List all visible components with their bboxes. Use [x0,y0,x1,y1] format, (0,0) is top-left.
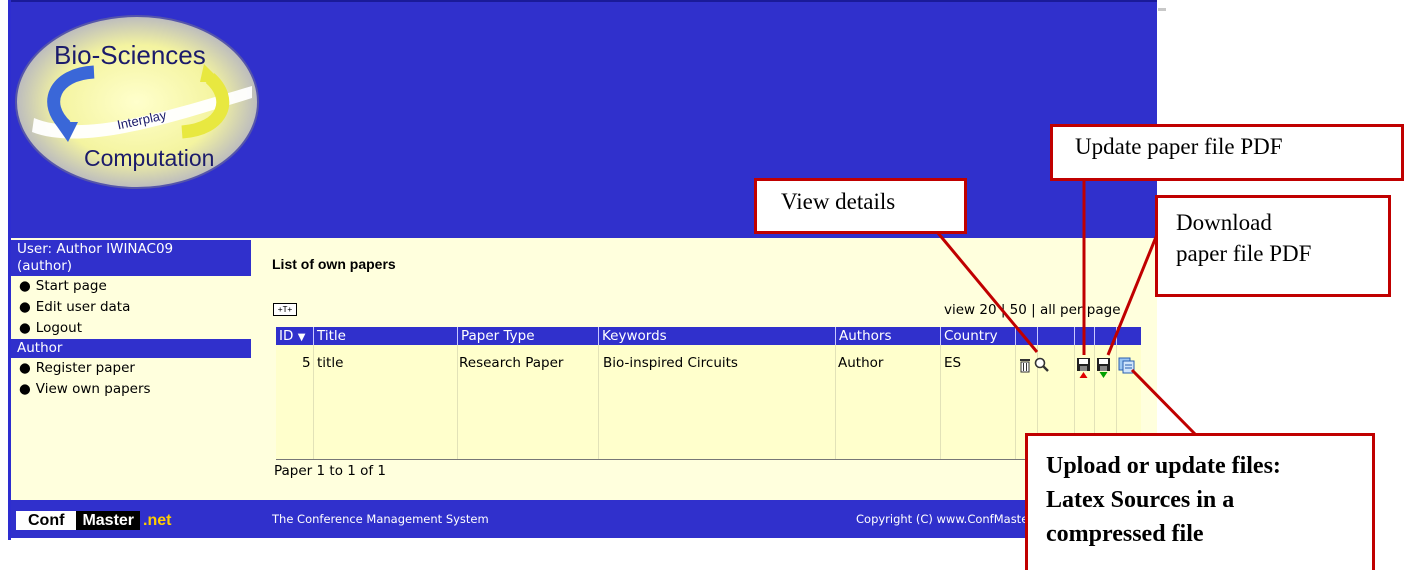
sidebar-item-start-page[interactable]: ● Start page [11,276,251,297]
page-title: List of own papers [272,256,396,272]
cell-paper-type: Research Paper [459,355,564,371]
callout-text: View details [781,189,896,214]
brand-master: Master [76,511,141,530]
view-per-page[interactable]: view 20 | 50 | all per page [944,302,1121,318]
callout-download-pdf: Download paper file PDF [1155,195,1391,297]
callout-text: Update paper file PDF [1075,134,1283,159]
table-header: ID ▼ Title Paper Type Keywords Authors C… [276,327,1141,345]
callout-update-pdf: Update paper file PDF [1050,124,1404,181]
column-header-blank [1094,327,1098,345]
column-divider [835,345,836,460]
save-download-icon[interactable] [1096,357,1112,379]
sidebar-item-edit-user-data[interactable]: ● Edit user data [11,297,251,318]
column-header-blank [1116,327,1120,345]
column-header-blank [1015,327,1019,345]
cell-keywords: Bio-inspired Circuits [603,355,738,371]
sidebar-item-logout[interactable]: ● Logout [11,318,251,339]
scrollbar-mark [1158,8,1166,11]
bio-sciences-logo[interactable]: Bio-Sciences Interplay Computation [14,14,261,190]
bullet-icon: ● [19,278,31,294]
sidebar-item-label: Logout [35,320,83,336]
column-header-blank [1074,327,1078,345]
callout-text: Latex Sources in a [1046,487,1235,513]
header-band [11,210,1157,238]
callout-view-details: View details [754,178,967,234]
column-header-title[interactable]: Title [313,327,346,345]
sidebar-item-label: View own papers [35,381,151,397]
column-divider [598,345,599,460]
callout-text: Download [1176,210,1272,235]
column-divider [940,345,941,460]
user-role: (author) [17,258,73,274]
column-divider [1015,345,1016,460]
cell-title: title [317,355,344,371]
sidebar-item-label: Start page [35,278,107,294]
footer-copyright[interactable]: Copyright (C) www.ConfMaster.net [856,512,1046,526]
sidebar: User: Author IWINAC09 (author) ● Start pa… [11,240,251,400]
column-header-label: ID [279,328,294,344]
user-header: User: Author IWINAC09 (author) [11,240,251,276]
callout-text: paper file PDF [1176,241,1312,266]
column-header-id[interactable]: ID ▼ [276,327,305,345]
files-upload-icon[interactable] [1118,357,1136,375]
sort-down-icon[interactable]: ▼ [298,332,306,343]
column-divider [457,345,458,460]
sidebar-item-label: Register paper [35,360,135,376]
user-name: User: Author IWINAC09 [17,241,174,257]
logo-top-text: Bio-Sciences [54,40,206,70]
callout-upload-files: Upload or update files: Latex Sources in… [1025,433,1375,570]
column-header-blank [1037,327,1041,345]
column-header-keywords[interactable]: Keywords [598,327,667,345]
toggle-columns-button[interactable]: +T+ [273,303,297,316]
column-header-paper-type[interactable]: Paper Type [457,327,535,345]
callout-text: compressed file [1046,521,1204,547]
save-upload-icon[interactable] [1076,357,1092,379]
cell-country: ES [944,355,962,371]
column-divider [313,345,314,460]
magnifier-icon[interactable] [1034,357,1050,373]
cell-authors: Author [838,355,884,371]
bullet-icon: ● [19,299,31,315]
brand-conf: Conf [16,511,77,530]
footer-tagline: The Conference Management System [272,512,489,526]
bullet-icon: ● [19,381,31,397]
table-bottom-line [276,459,1141,460]
pagination-text: Paper 1 to 1 of 1 [274,463,387,479]
column-header-country[interactable]: Country [940,327,998,345]
bullet-icon: ● [19,320,31,336]
cell-id: 5 [302,355,311,371]
trash-icon[interactable] [1018,357,1032,373]
callout-text: Upload or update files: [1046,453,1281,479]
sidebar-item-label: Edit user data [35,299,131,315]
brand-net: .net [143,512,172,529]
sidebar-item-register-paper[interactable]: ● Register paper [11,358,251,379]
sidebar-item-view-own-papers[interactable]: ● View own papers [11,379,251,400]
bullet-icon: ● [19,360,31,376]
logo-bottom-text: Computation [84,145,214,171]
header-top-line [11,0,1157,2]
confmaster-logo[interactable]: Conf Master .net [16,511,174,530]
author-section-header: Author [11,339,251,358]
column-header-authors[interactable]: Authors [835,327,891,345]
